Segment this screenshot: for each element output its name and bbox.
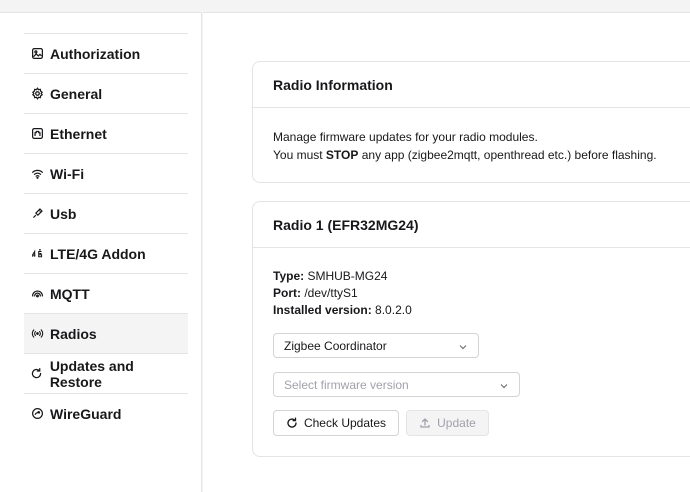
sidebar-item-label: WireGuard [50, 405, 122, 422]
warning-stop: STOP [325, 148, 359, 162]
upload-icon [419, 417, 431, 429]
settings-nav: Authorization General Ethernet Wi-Fi Usb [24, 33, 188, 433]
port-label: Port: [273, 286, 301, 300]
warning-suffix: any app (zigbee2mqtt, openthread etc.) b… [358, 148, 657, 162]
sidebar-item-ethernet[interactable]: Ethernet [24, 113, 188, 153]
chevron-down-icon [458, 341, 468, 351]
sidebar-item-label: Radios [50, 325, 97, 342]
role-select[interactable]: Zigbee Coordinator [273, 333, 479, 358]
sidebar-item-label: Updates and Restore [49, 357, 134, 390]
sidebar-item-radios[interactable]: Radios [24, 313, 188, 353]
4g-icon [30, 247, 44, 261]
settings-sidebar: Authorization General Ethernet Wi-Fi Usb [0, 12, 202, 492]
port-row: Port: /dev/ttyS1 [273, 285, 690, 302]
sidebar-item-lte-4g-addon[interactable]: LTE/4G Addon [24, 233, 188, 273]
sidebar-item-label: Authorization [50, 45, 141, 62]
sidebar-item-label: LTE/4G Addon [50, 245, 146, 262]
action-buttons: Check Updates Update [273, 410, 690, 436]
sidebar-item-usb[interactable]: Usb [24, 193, 188, 233]
sidebar-item-wireguard[interactable]: WireGuard [24, 393, 188, 433]
radio-information-card: Radio Information Manage firmware update… [252, 61, 690, 183]
version-row: Installed version: 8.0.2.0 [273, 302, 690, 319]
version-label: Installed version: [273, 303, 372, 317]
card-title: Radio Information [253, 62, 690, 108]
check-updates-button[interactable]: Check Updates [273, 410, 399, 436]
warning-line: You must STOP any app (zigbee2mqtt, open… [273, 146, 690, 164]
main-content: Radio Information Manage firmware update… [203, 12, 690, 492]
type-value: SMHUB-MG24 [307, 269, 388, 283]
mqtt-icon [30, 287, 44, 301]
role-select-value: Zigbee Coordinator [284, 338, 387, 353]
sidebar-item-wifi[interactable]: Wi-Fi [24, 153, 188, 193]
sidebar-item-authorization[interactable]: Authorization [24, 33, 188, 73]
update-button[interactable]: Update [406, 410, 489, 436]
warning-prefix: You must [273, 148, 326, 162]
usb-icon [30, 207, 44, 221]
card-body: Manage firmware updates for your radio m… [253, 108, 690, 164]
sidebar-item-general[interactable]: General [24, 73, 188, 113]
type-row: Type: SMHUB-MG24 [273, 268, 690, 285]
update-label: Update [437, 416, 476, 430]
port-value: /dev/ttyS1 [304, 286, 358, 300]
sidebar-item-label: Usb [50, 205, 77, 222]
radio-icon [30, 327, 44, 341]
image-icon [30, 47, 44, 61]
sidebar-item-updates-and-restore[interactable]: Updates and Restore [24, 353, 188, 393]
firmware-version-select[interactable]: Select firmware version [273, 372, 520, 397]
version-value: 8.0.2.0 [375, 303, 412, 317]
check-updates-label: Check Updates [303, 416, 387, 430]
chevron-down-icon [499, 380, 509, 390]
refresh-icon [30, 367, 44, 381]
firmware-select-placeholder: Select firmware version [284, 377, 409, 392]
wireguard-icon [30, 407, 44, 421]
sidebar-item-label: Wi-Fi [50, 165, 85, 182]
sidebar-item-label: Ethernet [50, 125, 107, 142]
sidebar-item-label: MQTT [50, 285, 90, 302]
card-title: Radio 1 (EFR32MG24) [253, 202, 690, 248]
gear-icon [30, 87, 44, 101]
ethernet-icon [30, 127, 44, 141]
sidebar-item-mqtt[interactable]: MQTT [24, 273, 188, 313]
type-label: Type: [273, 269, 305, 283]
wifi-icon [30, 167, 44, 181]
radio-1-card: Radio 1 (EFR32MG24) Type: SMHUB-MG24 Por… [252, 201, 690, 457]
card-body: Type: SMHUB-MG24 Port: /dev/ttyS1 Instal… [253, 248, 690, 436]
info-line: Manage firmware updates for your radio m… [273, 130, 538, 144]
top-bar [0, 0, 690, 12]
sidebar-item-label: General [50, 85, 103, 102]
refresh-icon [286, 417, 298, 429]
